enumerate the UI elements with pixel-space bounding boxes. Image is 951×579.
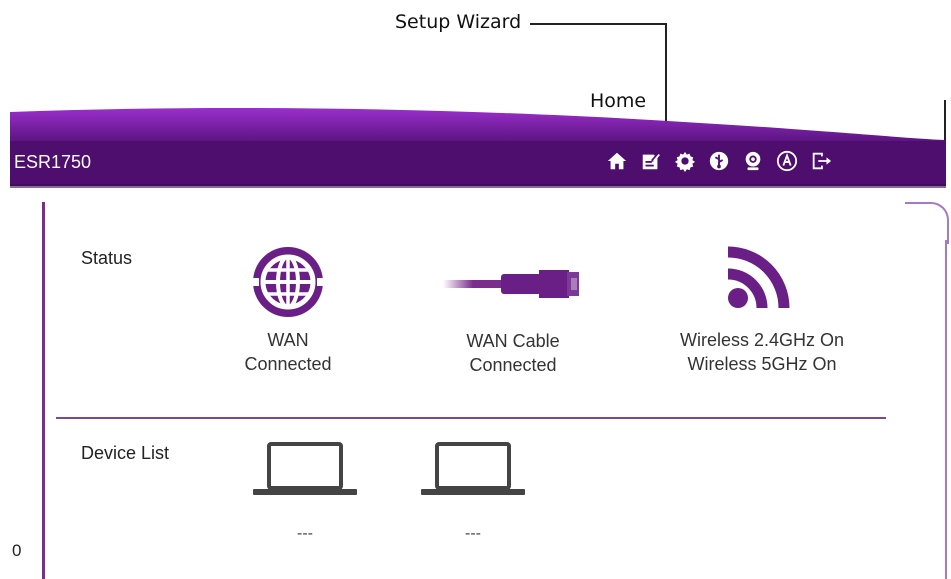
wan-cable-status-line2: Connected bbox=[469, 355, 557, 375]
setup-wizard-callout: Setup Wizard bbox=[395, 11, 522, 33]
wan-status-line2: Connected bbox=[244, 354, 332, 374]
settings-gear-icon[interactable] bbox=[672, 147, 697, 175]
setup-wizard-callout-line bbox=[530, 23, 666, 25]
wan-cable-status-line1: WAN Cable bbox=[466, 331, 560, 351]
logout-icon[interactable] bbox=[808, 147, 833, 175]
device-item[interactable]: --- bbox=[421, 440, 525, 543]
content-panel-edge bbox=[945, 240, 947, 579]
section-divider bbox=[56, 417, 886, 419]
ethernet-cable-icon bbox=[443, 270, 579, 298]
laptop-icon bbox=[421, 442, 525, 495]
sidebar-divider bbox=[42, 202, 45, 579]
device-name: --- bbox=[465, 525, 481, 542]
setup-wizard-icon[interactable] bbox=[638, 147, 663, 175]
home-icon[interactable] bbox=[604, 147, 629, 175]
wireless-status-line2: Wireless 5GHz On bbox=[687, 354, 837, 374]
firmware-a-icon[interactable] bbox=[774, 147, 799, 175]
sidebar-item-fragment: 0 bbox=[12, 541, 22, 560]
wifi-signal-icon bbox=[727, 246, 790, 309]
router-model-name: ESR1750 bbox=[14, 152, 92, 172]
content-panel-corner bbox=[905, 202, 949, 244]
wireless-status-line1: Wireless 2.4GHz On bbox=[679, 330, 845, 350]
device-item[interactable]: --- bbox=[253, 440, 357, 543]
wireless-status: Wireless 2.4GHz On Wireless 5GHz On bbox=[662, 246, 862, 376]
laptop-icon bbox=[253, 442, 357, 495]
status-section-label: Status bbox=[81, 248, 133, 268]
device-name: --- bbox=[297, 525, 313, 542]
webcam-icon[interactable] bbox=[740, 147, 765, 175]
top-nav-icons bbox=[604, 147, 833, 175]
device-list-section-label: Device List bbox=[81, 443, 170, 463]
globe-icon bbox=[251, 247, 325, 317]
wan-status-line1: WAN bbox=[267, 330, 309, 350]
wan-cable-status: WAN Cable Connected bbox=[438, 260, 588, 377]
wan-status: WAN Connected bbox=[218, 246, 358, 376]
usb-icon[interactable] bbox=[706, 147, 731, 175]
